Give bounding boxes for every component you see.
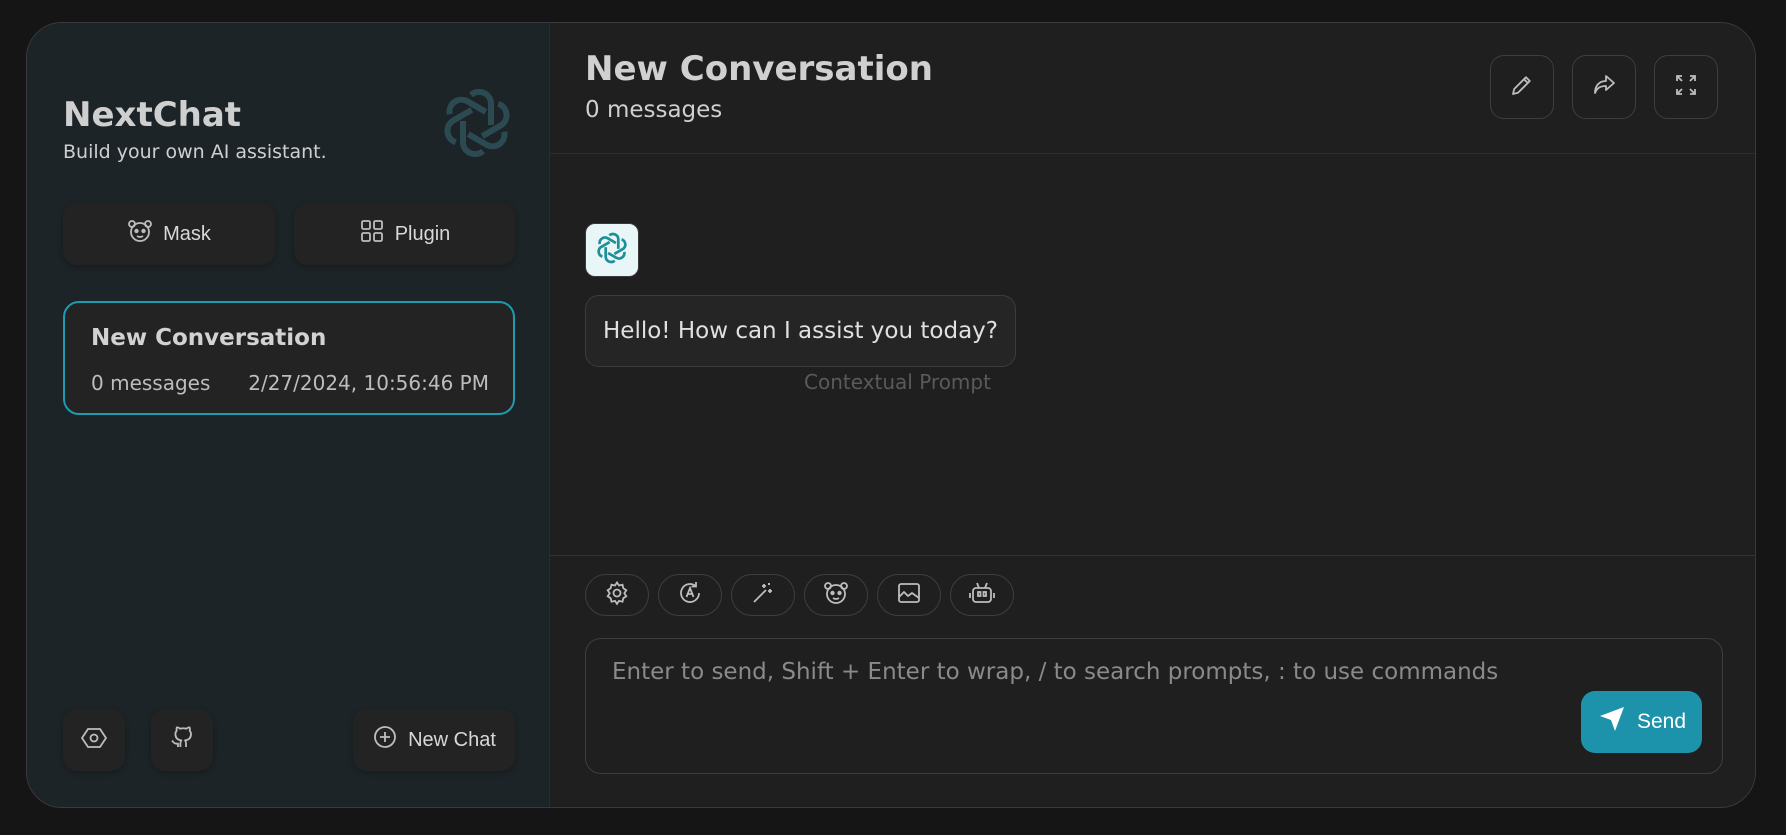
settings-button[interactable] <box>63 709 125 771</box>
auto-theme-icon <box>677 580 703 610</box>
github-button[interactable] <box>151 709 213 771</box>
mask-button[interactable]: Mask <box>63 203 275 265</box>
chat-title[interactable]: New Conversation <box>585 49 933 89</box>
plugin-icon <box>359 218 385 250</box>
share-button[interactable] <box>1572 55 1636 119</box>
message-input-box: Send <box>585 638 1723 774</box>
fullscreen-icon <box>1672 71 1700 103</box>
prompt-button[interactable] <box>731 574 795 616</box>
sidebar: NextChat Build your own AI assistant. Ma… <box>27 23 550 807</box>
chat-main: New Conversation 0 messages Hello! How c… <box>550 23 1755 807</box>
openai-logo-icon <box>594 230 630 270</box>
send-button[interactable]: Send <box>1581 691 1702 753</box>
assistant-message: Hello! How can I assist you today? <box>585 295 1016 367</box>
magic-wand-icon <box>750 580 776 610</box>
chat-settings-button[interactable] <box>585 574 649 616</box>
conversation-date: 2/27/2024, 10:56:46 PM <box>248 371 489 395</box>
edit-icon <box>1508 71 1536 103</box>
new-chat-label: New Chat <box>408 728 496 751</box>
theme-toggle-button[interactable] <box>658 574 722 616</box>
settings-icon <box>80 725 108 755</box>
conversation-item[interactable]: New Conversation 0 messages 2/27/2024, 1… <box>63 301 515 415</box>
edit-button[interactable] <box>1490 55 1554 119</box>
model-button[interactable] <box>950 574 1014 616</box>
chat-header: New Conversation 0 messages <box>550 23 1755 154</box>
conversation-title: New Conversation <box>91 325 327 351</box>
app-window: NextChat Build your own AI assistant. Ma… <box>26 22 1756 808</box>
plugin-label: Plugin <box>394 222 451 245</box>
new-chat-button[interactable]: New Chat <box>353 709 515 771</box>
add-circle-icon <box>372 724 398 756</box>
share-icon <box>1590 71 1618 103</box>
send-label: Send <box>1636 710 1687 733</box>
contextual-prompt-label: Contextual Prompt <box>804 370 991 394</box>
chat-message-count: 0 messages <box>585 97 723 123</box>
message-input[interactable] <box>610 657 1694 751</box>
image-icon <box>896 580 922 610</box>
openai-logo-icon <box>437 83 517 163</box>
settings-icon <box>604 580 630 610</box>
robot-icon <box>969 580 995 610</box>
input-panel: Send <box>550 555 1755 807</box>
conversation-count: 0 messages <box>91 371 211 395</box>
app-title: NextChat <box>63 95 242 135</box>
send-icon <box>1597 704 1627 740</box>
masks-button[interactable] <box>804 574 868 616</box>
mask-icon <box>127 218 153 250</box>
mask-label: Mask <box>163 222 211 245</box>
bot-avatar <box>585 223 639 277</box>
github-icon <box>169 725 195 755</box>
fullscreen-button[interactable] <box>1654 55 1718 119</box>
app-subtitle: Build your own AI assistant. <box>63 141 327 163</box>
mask-icon <box>823 580 849 610</box>
plugin-button[interactable]: Plugin <box>294 203 515 265</box>
image-button[interactable] <box>877 574 941 616</box>
